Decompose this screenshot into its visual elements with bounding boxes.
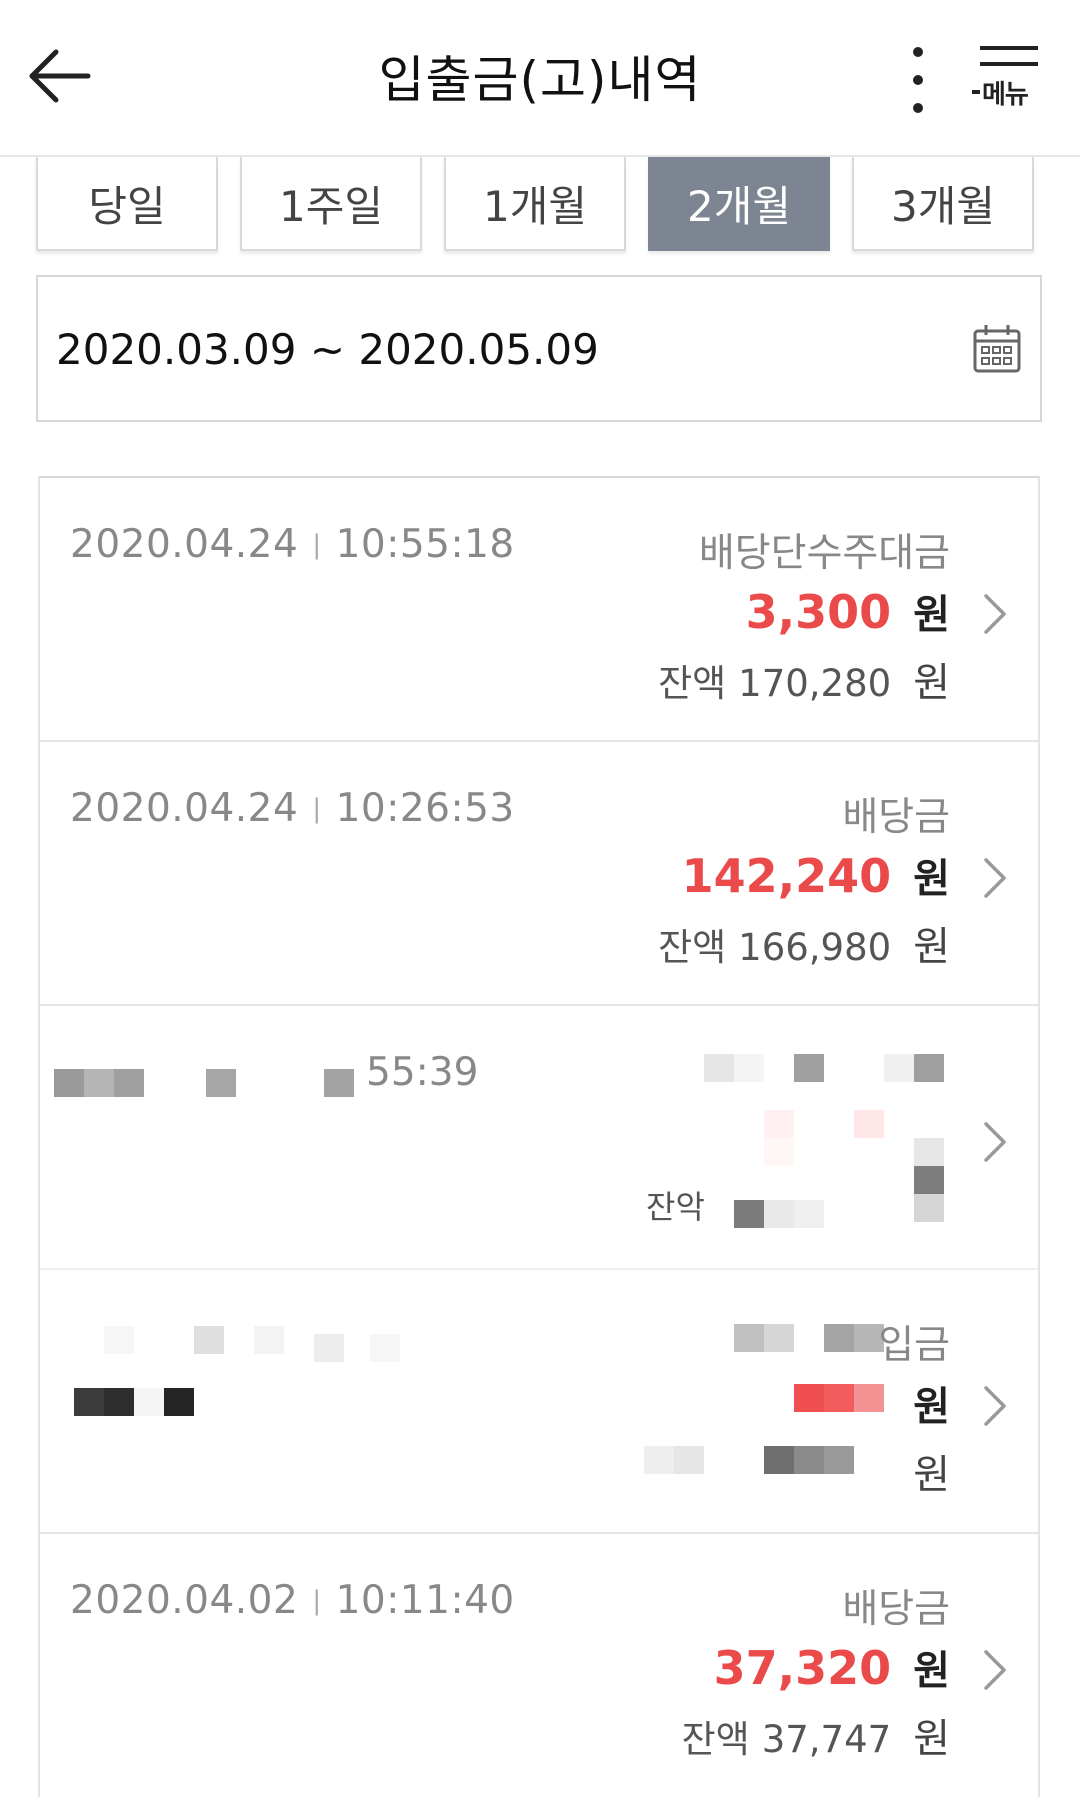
transaction-date: 2020.04.02 [70,1578,299,1623]
transaction-amount: 37,320 원 [714,1638,950,1696]
transaction-type: 배당금 [842,795,950,840]
transaction-datetime: 2020.04.24 | 10:55:18 [70,522,515,567]
transaction-list: 2020.04.24 | 10:55:18 배당단수주대금 3,300 원 잔액 170… [38,476,1040,1797]
transaction-row-redacted[interactable]: 55:39 잔악 [40,1006,1038,1270]
transaction-amount: 3,300 원 [746,582,950,640]
period-tabs: 당일 1주일 1개월 2개월 3개월 [36,157,1036,255]
transaction-type: 배당단수주대금 [698,531,950,576]
amount-value: 142,240 [681,849,892,903]
tab-1-month[interactable]: 1개월 [444,157,626,251]
menu-button[interactable]: 메뉴 [972,42,1068,122]
transaction-balance: 잔액 170,280 원 [658,650,950,708]
redacted-mosaic [40,1270,1038,1532]
vertical-dots-icon [913,47,923,113]
transaction-balance: 잔액 166,980 원 [658,914,950,972]
transaction-time: 10:26:53 [335,786,515,831]
amount-value: 3,300 [745,585,892,639]
transaction-type-partial: 입금 [878,1323,950,1368]
transaction-time: 10:55:18 [335,522,515,567]
date-range-text: 2020.03.09 ~ 2020.05.09 [56,325,599,374]
transaction-datetime: 2020.04.24 | 10:26:53 [70,786,515,831]
transaction-amount: 142,240 원 [682,846,950,904]
transaction-time: 10:11:40 [335,1578,515,1623]
tab-1-week[interactable]: 1주일 [240,157,422,251]
transaction-row[interactable]: 2020.04.02 | 10:11:40 배당금 37,320 원 잔액 37,747… [40,1534,1038,1798]
balance-unit: 원 [913,924,950,970]
transaction-row[interactable]: 2020.04.24 | 10:26:53 배당금 142,240 원 잔액 166,9… [40,742,1038,1006]
balance-value: 37,747 [761,1718,892,1761]
amount-value: 37,320 [713,1641,892,1695]
redacted-mosaic [40,1006,1038,1268]
tab-2-months[interactable]: 2개월 [648,157,830,251]
balance-unit: 원 [913,1716,950,1762]
date-range-picker[interactable]: 2020.03.09 ~ 2020.05.09 [36,275,1042,422]
calendar-icon[interactable] [972,323,1022,375]
transaction-date: 2020.04.24 [70,786,299,831]
transaction-datetime: 2020.04.02 | 10:11:40 [70,1578,515,1623]
amount-unit: 원 [913,856,950,902]
balance-label: 잔액 [658,662,727,705]
chevron-right-icon [984,858,1006,898]
transaction-type: 배당금 [842,1587,950,1632]
amount-unit: 원 [913,1648,950,1694]
transaction-date: 2020.04.24 [70,522,299,567]
balance-value: 166,980 [738,926,892,969]
balance-label: 잔악 [646,1188,705,1226]
transaction-row-redacted[interactable]: 입금 원 원 [40,1270,1038,1534]
chevron-right-icon [984,1386,1006,1426]
datetime-separator: | [312,530,322,560]
transaction-row[interactable]: 2020.04.24 | 10:55:18 배당단수주대금 3,300 원 잔액 170… [40,478,1038,742]
balance-unit: 원 [913,660,950,706]
tab-3-months[interactable]: 3개월 [852,157,1034,251]
balance-label: 잔액 [681,1718,750,1761]
amount-unit: 원 [913,1384,950,1430]
chevron-right-icon [984,1122,1006,1162]
menu-label: 메뉴 [982,80,1029,110]
balance-label: 잔액 [658,926,727,969]
app-header: 입출금(고)내역 메뉴 [0,0,1080,157]
balance-unit: 원 [913,1452,950,1498]
tab-today[interactable]: 당일 [36,157,218,251]
transaction-time-partial: 55:39 [366,1050,479,1095]
datetime-separator: | [312,1586,322,1616]
transaction-balance: 잔액 37,747 원 [682,1706,950,1764]
more-options-button[interactable] [888,44,948,118]
chevron-right-icon [984,594,1006,634]
amount-unit: 원 [913,592,950,638]
balance-value: 170,280 [738,662,892,705]
datetime-separator: | [312,794,322,824]
chevron-right-icon [984,1650,1006,1690]
